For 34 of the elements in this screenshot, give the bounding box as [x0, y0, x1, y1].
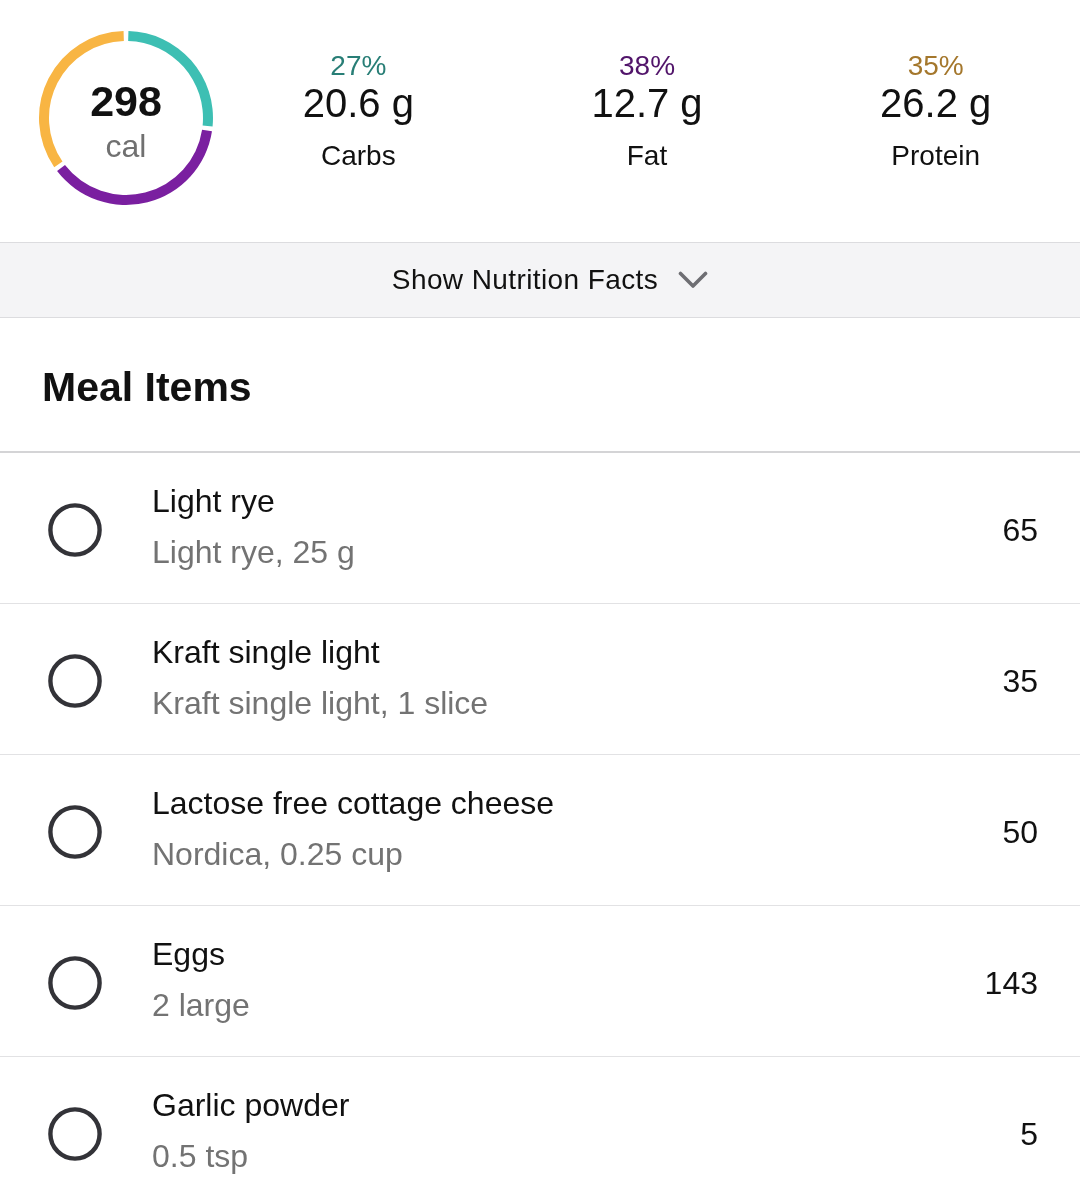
food-name: Lactose free cottage cheese — [152, 783, 555, 822]
food-serving: Light rye, 25 g — [152, 532, 355, 571]
calorie-unit: cal — [105, 127, 147, 166]
empty-circle-icon[interactable] — [48, 805, 102, 859]
food-calories: 65 — [1002, 511, 1038, 549]
food-name: Garlic powder — [152, 1085, 350, 1124]
food-serving: 0.5 tsp — [152, 1136, 249, 1175]
calorie-total: 298 — [90, 78, 162, 124]
nutrition-facts-toggle[interactable]: Show Nutrition Facts — [0, 242, 1080, 318]
section-title: Meal Items — [42, 362, 252, 411]
food-name: Kraft single light — [152, 632, 380, 671]
empty-circle-icon[interactable] — [48, 503, 102, 557]
food-calories: 50 — [1002, 813, 1038, 851]
macro-amount: 26.2 g — [880, 83, 992, 123]
food-calories: 5 — [1020, 1115, 1038, 1153]
macro-percent: 35% — [907, 49, 964, 83]
macro-amount: 20.6 g — [302, 83, 414, 123]
macro-label: Fat — [626, 139, 668, 173]
macro-label: Protein — [891, 139, 981, 173]
food-serving: Kraft single light, 1 slice — [152, 683, 489, 722]
food-name: Light rye — [152, 481, 275, 520]
food-calories: 143 — [984, 964, 1038, 1002]
food-name: Eggs — [152, 934, 225, 973]
food-calories: 35 — [1002, 662, 1038, 700]
macro-label: Carbs — [321, 139, 396, 173]
food-serving: Nordica, 0.25 cup — [152, 834, 403, 873]
chevron-icon — [678, 271, 709, 289]
empty-circle-icon[interactable] — [48, 1107, 102, 1161]
macro-percent: 27% — [330, 49, 387, 83]
macro-percent: 38% — [619, 49, 676, 83]
empty-circle-icon[interactable] — [48, 654, 102, 708]
food-serving: 2 large — [152, 985, 250, 1024]
macro-amount: 12.7 g — [591, 83, 703, 123]
empty-circle-icon[interactable] — [48, 956, 102, 1010]
